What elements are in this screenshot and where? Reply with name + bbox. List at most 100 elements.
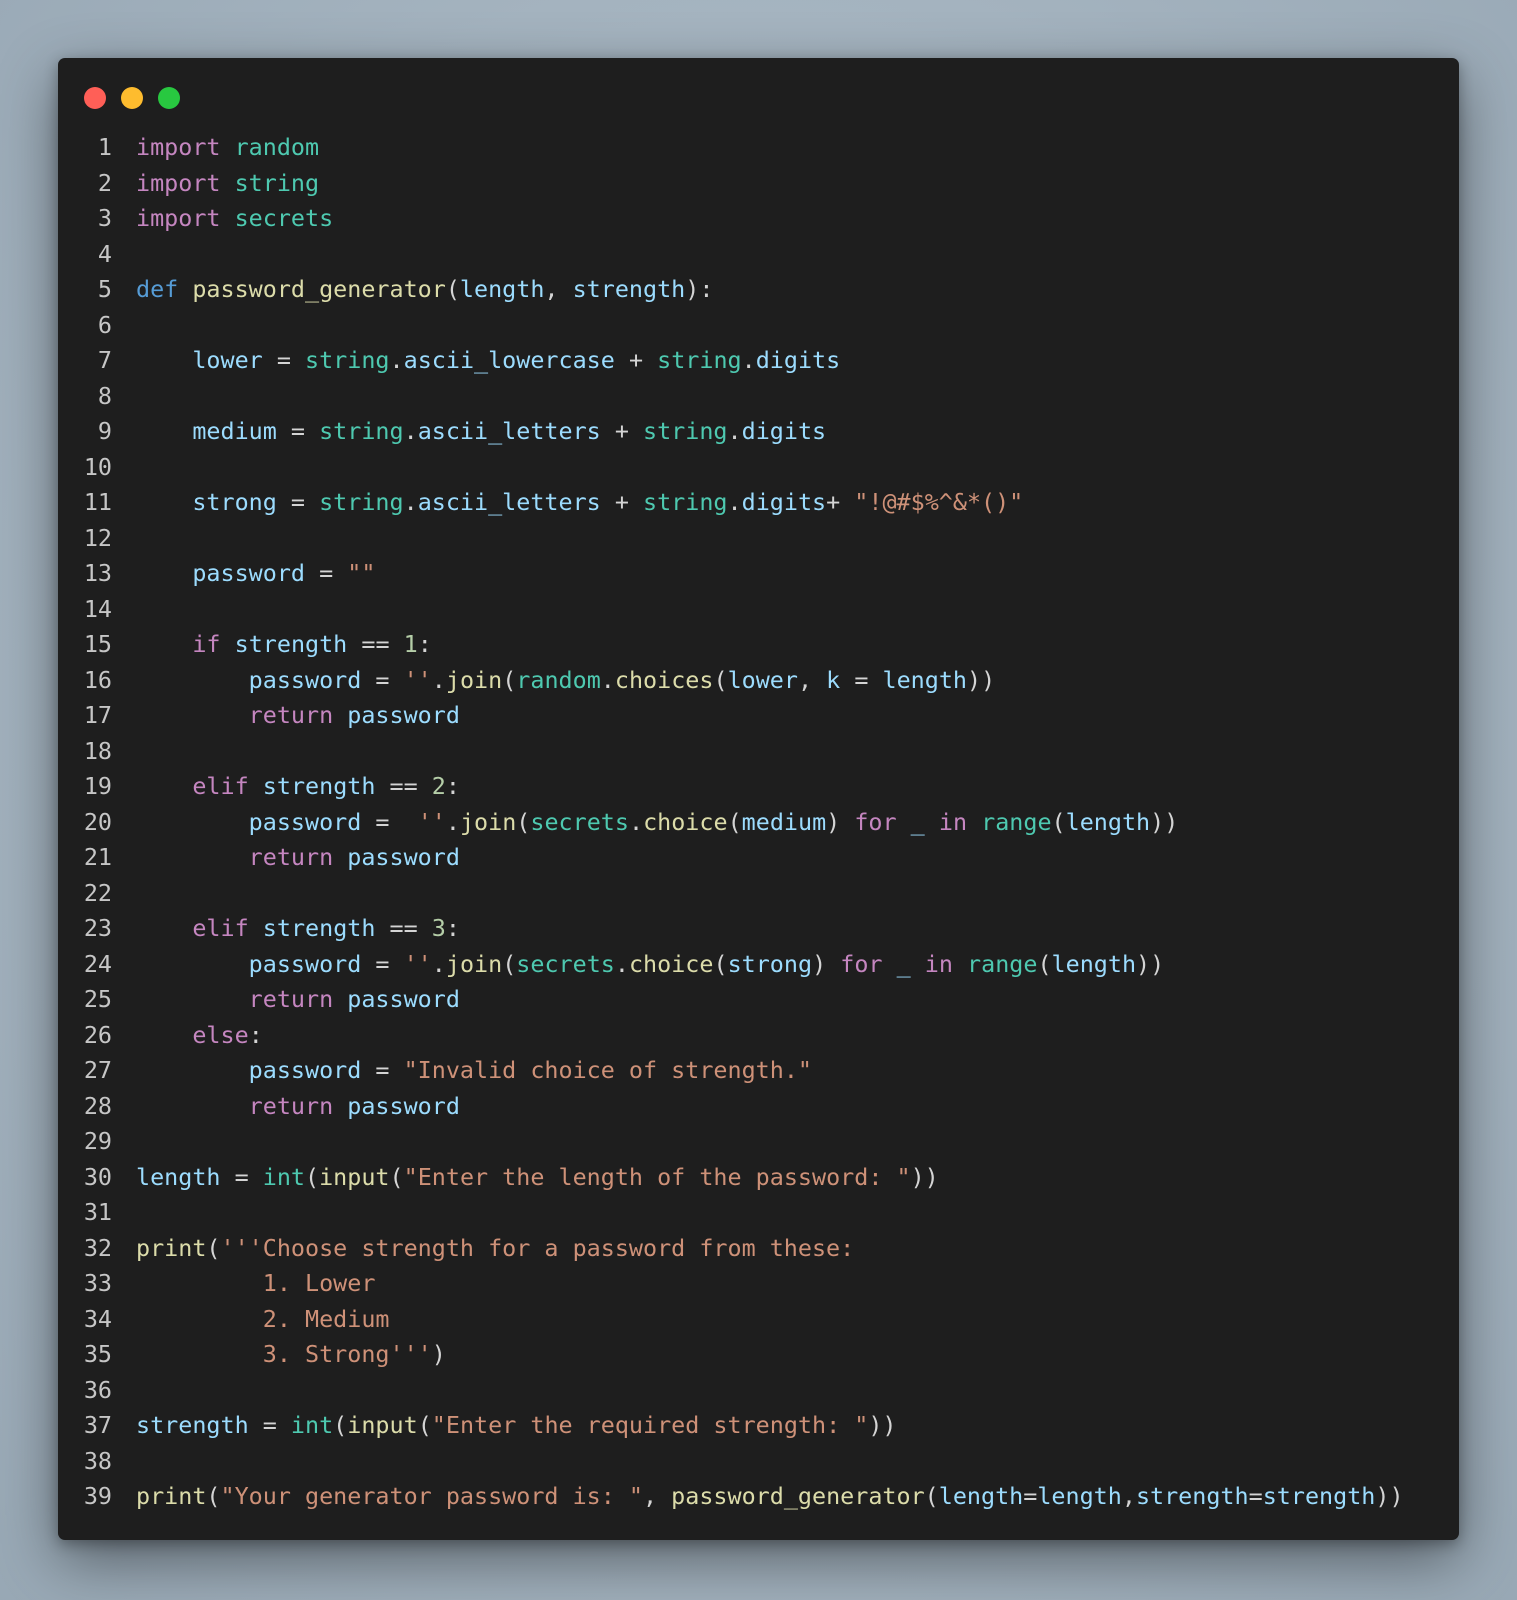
code-token: '' (403, 949, 432, 978)
code-line: 38 (58, 1444, 1459, 1480)
line-number: 6 (97, 310, 112, 339)
line-source: return password (136, 982, 460, 1018)
code-token: choice (643, 807, 728, 836)
line-source: 3. Strong''') (136, 1337, 446, 1373)
code-token: )) (1150, 807, 1179, 836)
code-token: . (628, 807, 644, 836)
code-token: password (192, 559, 306, 587)
close-button[interactable] (84, 87, 106, 109)
code-token: ( (502, 949, 517, 978)
line-source: def password_generator(length, strength)… (136, 272, 713, 308)
code-token: 3 (431, 914, 446, 942)
line-number: 1 (97, 133, 112, 161)
line-number: 29 (83, 1127, 112, 1155)
maximize-button[interactable] (158, 87, 180, 109)
line-number: 35 (83, 1340, 112, 1368)
code-token: = (305, 559, 348, 587)
line-number: 26 (83, 1020, 112, 1049)
line-source: import secrets (136, 201, 333, 237)
code-token: import (136, 168, 221, 197)
line-number: 24 (83, 949, 112, 978)
code-line: 9 medium = string.ascii_letters + string… (58, 414, 1459, 450)
code-token: password (347, 843, 460, 871)
line-number: 39 (83, 1482, 112, 1510)
code-token: password_generator (671, 1482, 925, 1510)
code-token: ( (924, 1482, 939, 1510)
line-source: if strength == 1: (136, 627, 432, 663)
window-titlebar (58, 58, 1459, 138)
code-token: ( (516, 807, 531, 836)
code-line: 27 password = "Invalid choice of strengt… (58, 1053, 1459, 1089)
code-token: = (361, 665, 404, 694)
line-number: 27 (83, 1056, 112, 1084)
line-number: 7 (97, 346, 112, 374)
code-token: return (248, 843, 334, 871)
code-token: for (854, 807, 897, 836)
code-token: strength (1135, 1482, 1249, 1510)
minimize-button[interactable] (121, 87, 143, 109)
code-token: )) (1375, 1482, 1404, 1510)
code-token: )) (967, 665, 996, 694)
code-token: 2. Medium (136, 1304, 390, 1333)
code-token: 1. Lower (136, 1269, 376, 1297)
code-token: + (600, 417, 644, 445)
code-line: 30 length = int(input("Enter the length o… (58, 1160, 1459, 1196)
code-token: length (938, 1482, 1024, 1510)
line-number: 2 (97, 168, 112, 197)
line-source: import random (136, 130, 319, 166)
line-number: 31 (83, 1198, 112, 1226)
code-token: , (643, 1482, 672, 1510)
line-source: import string (136, 166, 319, 202)
code-token: password (248, 807, 362, 836)
line-number: 17 (83, 701, 112, 729)
line-source: 1. Lower (136, 1266, 376, 1302)
line-number: 22 (83, 878, 112, 907)
line-number: 33 (83, 1269, 112, 1297)
code-token: int (262, 1162, 305, 1191)
code-token: elif (192, 772, 249, 800)
line-number: 4 (97, 239, 112, 268)
code-token: = (361, 807, 418, 836)
code-token: _ (910, 807, 925, 836)
code-line: 12 (58, 521, 1459, 557)
code-line: 10 (58, 450, 1459, 486)
code-token: length (136, 1162, 221, 1191)
code-line: 21 return password (58, 840, 1459, 876)
line-number: 8 (97, 381, 112, 410)
code-token: length (882, 665, 968, 694)
code-token: medium (192, 417, 277, 445)
code-token: password_generator (192, 275, 446, 303)
line-number: 11 (83, 488, 112, 516)
line-number: 30 (83, 1162, 112, 1191)
code-token: = (361, 949, 404, 978)
code-token: ) (431, 1340, 446, 1368)
code-token: ( (713, 949, 728, 978)
code-token: = (276, 488, 320, 516)
code-token: . (741, 346, 756, 374)
code-token: + (600, 488, 644, 516)
code-line: 19 elif strength == 2: (58, 769, 1459, 805)
code-line: 22 (58, 876, 1459, 912)
line-source: strength = int(input("Enter the required… (136, 1408, 897, 1444)
code-token: '' (403, 665, 432, 694)
code-token: strength (136, 1411, 249, 1439)
code-token: lower (727, 665, 798, 694)
line-number: 32 (83, 1233, 112, 1262)
code-token: . (614, 949, 629, 978)
code-token: int (290, 1411, 334, 1439)
code-window: 1 import random 2 import string 3 import secr… (58, 58, 1459, 1540)
code-token: = (840, 665, 883, 694)
code-line: 35 3. Strong''') (58, 1337, 1459, 1373)
line-source: return password (136, 1089, 460, 1125)
code-token: : (417, 630, 432, 658)
code-token: range (981, 807, 1052, 836)
code-token: '' (417, 807, 446, 836)
